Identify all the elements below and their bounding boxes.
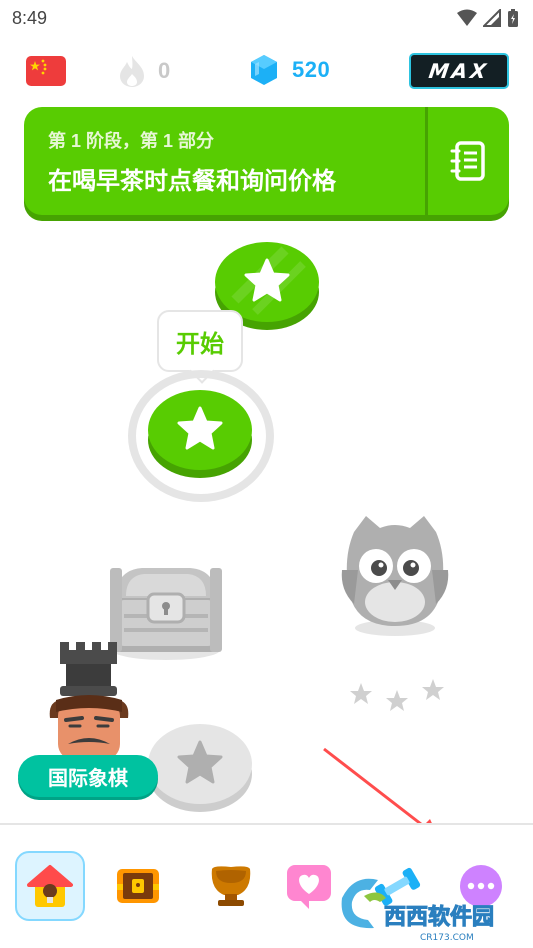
tab-chest[interactable] (103, 851, 173, 921)
unit-subtitle: 第 1 阶段，第 1 部分 (48, 131, 215, 151)
max-badge[interactable]: MAX (409, 53, 509, 89)
watermark-logo: 西西软件园 CR173.COM (334, 868, 529, 946)
status-time: 8:49 (12, 8, 48, 28)
watermark-subtext: CR173.COM (420, 933, 474, 943)
gem-icon (251, 55, 277, 85)
gems-count: 520 (292, 57, 331, 82)
star-icon (350, 683, 372, 704)
status-bar: 8:49 (0, 0, 533, 36)
home-icon (27, 865, 73, 907)
signal-icon (483, 9, 501, 27)
star-icon (422, 679, 444, 700)
battery-icon (508, 9, 518, 27)
chest-icon (117, 869, 159, 903)
max-label: MAX (427, 59, 491, 83)
gems-counter[interactable]: 520 (250, 54, 330, 86)
start-tooltip[interactable]: 开始 (157, 310, 243, 372)
unit-banner[interactable]: 第 1 阶段，第 1 部分 在喝早茶时点餐和询问价格 (24, 107, 509, 215)
learning-path: 开始 国际象棋 (0, 220, 533, 820)
league-icon (211, 866, 251, 906)
flame-icon (120, 56, 144, 87)
watermark-text: 西西软件园 (384, 904, 494, 930)
star-icon (386, 690, 408, 711)
owl-stars (345, 675, 455, 715)
wifi-icon (457, 9, 477, 26)
locked-lesson-button[interactable] (148, 722, 252, 812)
unit-text: 第 1 阶段，第 1 部分 在喝早茶时点餐和询问价格 (48, 127, 428, 196)
current-lesson-button[interactable] (148, 388, 252, 478)
start-tooltip-label: 开始 (176, 330, 224, 358)
chess-label[interactable]: 国际象棋 (18, 755, 158, 797)
tab-league[interactable] (196, 851, 266, 921)
health-icon (287, 865, 331, 909)
unit-title: 在喝早茶时点餐和询问价格 (48, 168, 336, 195)
streak-counter[interactable]: 0 (118, 54, 170, 88)
tab-home[interactable] (15, 851, 85, 921)
locked-owl-icon[interactable] (340, 510, 450, 640)
china-flag-icon[interactable] (26, 56, 66, 86)
top-bar: 0 520 MAX (0, 50, 533, 94)
chess-label-text: 国际象棋 (48, 767, 128, 790)
guidebook-button[interactable] (428, 107, 509, 215)
streak-count: 0 (158, 58, 171, 83)
guidebook-icon (450, 141, 485, 181)
status-icons (457, 8, 519, 28)
